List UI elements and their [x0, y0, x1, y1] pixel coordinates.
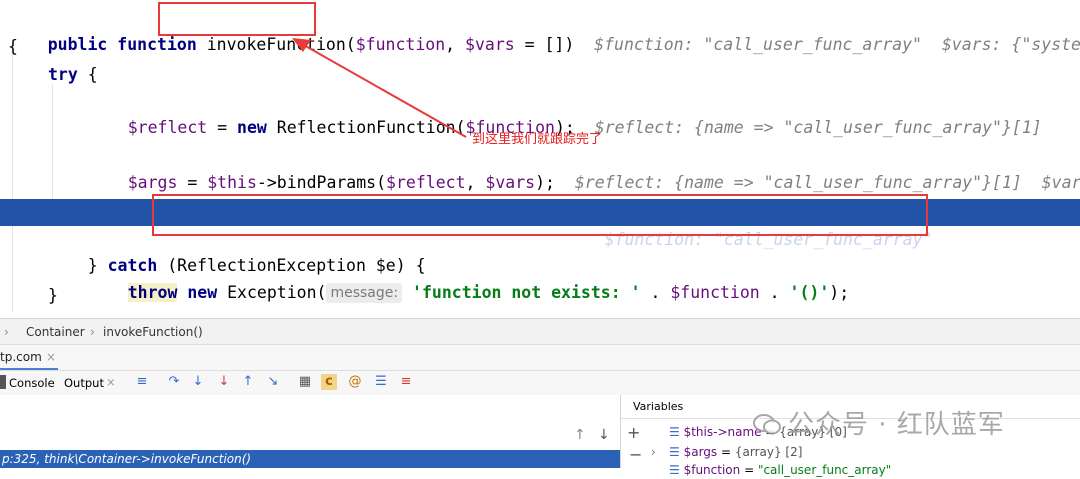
- breadcrumb-item-invokefunction[interactable]: invokeFunction(): [103, 319, 203, 345]
- step-out-icon[interactable]: ↑: [240, 374, 256, 390]
- chevron-right-icon[interactable]: ›: [651, 445, 656, 459]
- force-step-into-icon[interactable]: ↓: [216, 374, 232, 390]
- watermark-text: 公众号 · 红队蓝军: [788, 410, 1005, 440]
- breadcrumb-item-container[interactable]: Container: [26, 319, 85, 345]
- watermark: 公众号 · 红队蓝军: [752, 404, 1005, 441]
- run-to-cursor-icon[interactable]: ↘: [265, 374, 281, 390]
- tab-tp-com[interactable]: tp.com: [0, 350, 42, 364]
- variable-row[interactable]: ☰ $function = "call_user_func_array": [669, 461, 891, 479]
- code-editor[interactable]: public function invokeFunction($function…: [0, 0, 1080, 318]
- list-icon[interactable]: ☰: [373, 374, 389, 390]
- close-icon[interactable]: ×: [46, 350, 56, 364]
- plus-icon[interactable]: +: [627, 423, 640, 442]
- arrow-up-icon[interactable]: ↑: [574, 427, 586, 443]
- wechat-icon: [752, 412, 782, 436]
- list-icon: ☰: [669, 425, 680, 439]
- chevron-right-icon: ›: [4, 325, 9, 339]
- frame-item-selected[interactable]: p:325, think\Container->invokeFunction(): [0, 450, 620, 468]
- tab-console[interactable]: Console: [9, 376, 55, 390]
- tab-output[interactable]: Output: [64, 376, 104, 390]
- breadcrumb: › Container › invokeFunction(): [0, 318, 1080, 345]
- variable-row[interactable]: ☰ $args = {array} [2]: [669, 443, 802, 461]
- list-icon: ☰: [669, 463, 680, 477]
- class-icon[interactable]: c: [321, 374, 337, 390]
- menu-lines-icon[interactable]: ≡: [134, 374, 150, 390]
- annotation-text: 到这里我们就跟踪完了: [472, 132, 603, 147]
- annotation-arrow: [292, 38, 467, 138]
- console-icon: [0, 375, 6, 389]
- at-icon[interactable]: @: [347, 374, 363, 390]
- debug-tabs: tp.com ×: [0, 344, 1080, 371]
- chevron-right-icon: ›: [90, 325, 95, 339]
- list-icon: ☰: [669, 445, 680, 459]
- step-over-icon[interactable]: ↷: [166, 374, 182, 390]
- table-icon[interactable]: ▦: [297, 374, 313, 390]
- debugger-toolbar: Console Output × ≡ ↷ ↓ ↓ ↑ ↘ ▦ c @ ☰ ≡: [0, 370, 1080, 396]
- arrow-down-icon[interactable]: ↓: [598, 427, 610, 443]
- close-icon[interactable]: ×: [106, 375, 116, 389]
- add-list-icon[interactable]: ≡: [398, 374, 414, 390]
- minus-icon[interactable]: −: [629, 445, 642, 464]
- step-into-icon[interactable]: ↓: [190, 374, 206, 390]
